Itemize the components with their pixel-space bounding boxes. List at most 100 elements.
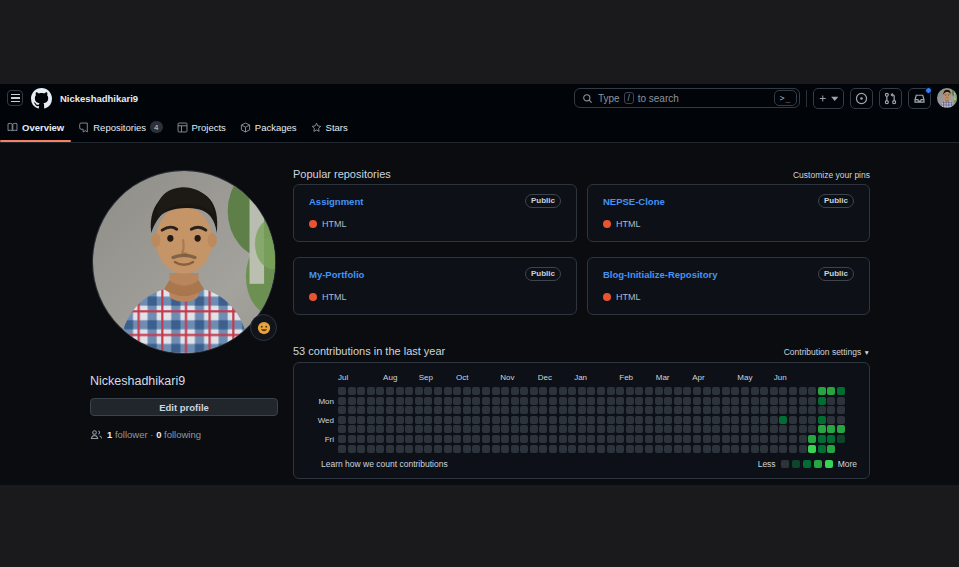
contribution-cell[interactable]: [770, 416, 778, 424]
contribution-cell[interactable]: [501, 445, 509, 453]
contribution-cell[interactable]: [722, 397, 730, 405]
contribution-cell[interactable]: [463, 397, 471, 405]
contribution-cell[interactable]: [511, 387, 519, 395]
contribution-cell[interactable]: [415, 425, 423, 433]
contribution-cell[interactable]: [664, 387, 672, 395]
inbox-button[interactable]: [908, 88, 931, 109]
contribution-cell[interactable]: [386, 445, 394, 453]
contribution-cell[interactable]: [703, 387, 711, 395]
contribution-cell[interactable]: [444, 406, 452, 414]
contribution-cell[interactable]: [357, 406, 365, 414]
contribution-cell[interactable]: [693, 435, 701, 443]
contribution-cell[interactable]: [597, 397, 605, 405]
contribution-cell[interactable]: [818, 425, 826, 433]
contribution-cell[interactable]: [444, 397, 452, 405]
contribution-cell[interactable]: [386, 425, 394, 433]
contribution-cell[interactable]: [607, 397, 615, 405]
contribution-cell[interactable]: [482, 397, 490, 405]
contribution-cell[interactable]: [338, 406, 346, 414]
contribution-cell[interactable]: [597, 425, 605, 433]
create-new-button[interactable]: [813, 88, 844, 109]
contribution-cell[interactable]: [626, 445, 634, 453]
contribution-cell[interactable]: [578, 406, 586, 414]
contribution-cell[interactable]: [751, 445, 759, 453]
contribution-cell[interactable]: [376, 406, 384, 414]
contribution-cell[interactable]: [703, 397, 711, 405]
contribution-cell[interactable]: [539, 406, 547, 414]
contribution-cell[interactable]: [741, 445, 749, 453]
contribution-cell[interactable]: [472, 435, 480, 443]
contribution-cell[interactable]: [827, 435, 835, 443]
contribution-cell[interactable]: [827, 416, 835, 424]
contribution-cell[interactable]: [760, 435, 768, 443]
contribution-cell[interactable]: [396, 387, 404, 395]
repo-name-link[interactable]: Assignment: [309, 196, 363, 207]
contribution-cell[interactable]: [559, 425, 567, 433]
tab-repositories[interactable]: Repositories 4: [71, 112, 169, 142]
contribution-cell[interactable]: [818, 416, 826, 424]
contribution-cell[interactable]: [405, 425, 413, 433]
contribution-cell[interactable]: [712, 387, 720, 395]
contribution-cell[interactable]: [693, 445, 701, 453]
contribution-cell[interactable]: [827, 397, 835, 405]
contribution-cell[interactable]: [760, 387, 768, 395]
contribution-cell[interactable]: [837, 416, 845, 424]
contribution-cell[interactable]: [818, 387, 826, 395]
contribution-cell[interactable]: [472, 416, 480, 424]
contribution-cell[interactable]: [386, 406, 394, 414]
contribution-cell[interactable]: [722, 387, 730, 395]
contribution-cell[interactable]: [626, 397, 634, 405]
contribution-cell[interactable]: [501, 435, 509, 443]
contribution-cell[interactable]: [559, 387, 567, 395]
contribution-cell[interactable]: [415, 416, 423, 424]
contribution-cell[interactable]: [453, 435, 461, 443]
contribution-cell[interactable]: [453, 445, 461, 453]
contribution-cell[interactable]: [616, 425, 624, 433]
status-emoji-badge[interactable]: [250, 314, 277, 341]
contribution-cell[interactable]: [731, 425, 739, 433]
contribution-cell[interactable]: [501, 387, 509, 395]
repo-name-link[interactable]: Blog-Initialize-Repository: [603, 269, 718, 280]
contribution-cell[interactable]: [482, 416, 490, 424]
contribution-cell[interactable]: [376, 387, 384, 395]
contribution-cell[interactable]: [616, 416, 624, 424]
contribution-cell[interactable]: [770, 406, 778, 414]
contribution-cell[interactable]: [405, 387, 413, 395]
contribution-cell[interactable]: [463, 435, 471, 443]
contribution-cell[interactable]: [808, 445, 816, 453]
contribution-cell[interactable]: [760, 416, 768, 424]
contribution-cell[interactable]: [415, 387, 423, 395]
contribution-cell[interactable]: [444, 425, 452, 433]
contribution-cell[interactable]: [434, 435, 442, 443]
contribution-cell[interactable]: [587, 397, 595, 405]
contribution-cell[interactable]: [338, 435, 346, 443]
contribution-cell[interactable]: [472, 387, 480, 395]
hamburger-menu-button[interactable]: [7, 90, 23, 106]
contribution-cell[interactable]: [530, 425, 538, 433]
contribution-cell[interactable]: [731, 435, 739, 443]
contribution-cell[interactable]: [559, 416, 567, 424]
contribution-cell[interactable]: [357, 387, 365, 395]
contribution-cell[interactable]: [808, 387, 816, 395]
tab-overview[interactable]: Overview: [0, 112, 71, 142]
contribution-cell[interactable]: [549, 406, 557, 414]
contribution-cell[interactable]: [645, 445, 653, 453]
contribution-cell[interactable]: [348, 416, 356, 424]
contribution-cell[interactable]: [424, 387, 432, 395]
contribution-cell[interactable]: [511, 425, 519, 433]
contribution-cell[interactable]: [693, 387, 701, 395]
contribution-cell[interactable]: [348, 435, 356, 443]
contribution-cell[interactable]: [424, 445, 432, 453]
contribution-cell[interactable]: [664, 406, 672, 414]
contribution-cell[interactable]: [539, 387, 547, 395]
tab-projects[interactable]: Projects: [170, 112, 233, 142]
header-avatar[interactable]: [937, 88, 957, 108]
contribution-cell[interactable]: [578, 445, 586, 453]
repo-name-link[interactable]: NEPSE-Clone: [603, 196, 665, 207]
contribution-cell[interactable]: [463, 387, 471, 395]
contribution-cell[interactable]: [770, 425, 778, 433]
contribution-cell[interactable]: [741, 425, 749, 433]
contribution-cell[interactable]: [703, 435, 711, 443]
contribution-cell[interactable]: [386, 435, 394, 443]
profile-avatar[interactable]: [92, 170, 276, 354]
